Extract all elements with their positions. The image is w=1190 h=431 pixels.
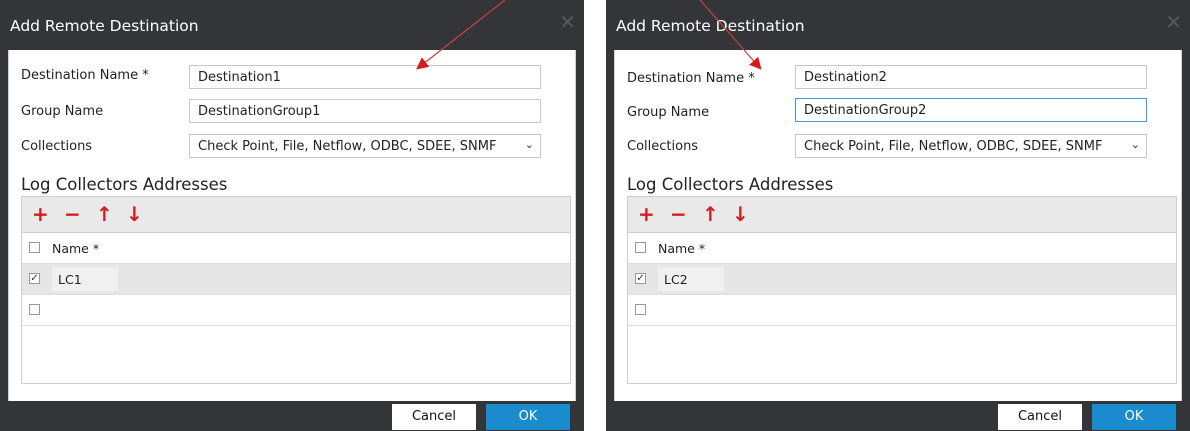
cancel-button[interactable]: Cancel	[998, 404, 1082, 430]
close-icon[interactable]: ✕	[1165, 12, 1182, 32]
collections-select[interactable]: Check Point, File, Netflow, ODBC, SDEE, …	[795, 134, 1147, 158]
grid-toolbar: + − ↑ ↓	[21, 196, 571, 233]
table-row[interactable]: ✓ LC2	[628, 264, 1176, 295]
row-checkbox-checked[interactable]: ✓	[29, 273, 40, 284]
row-checkbox-checked[interactable]: ✓	[635, 273, 646, 284]
collections-selected-value: Check Point, File, Netflow, ODBC, SDEE, …	[804, 139, 1103, 154]
remove-icon[interactable]: −	[64, 202, 81, 226]
row-name: LC1	[58, 272, 82, 287]
log-collectors-section-title: Log Collectors Addresses	[21, 175, 228, 194]
row-name: LC2	[664, 272, 688, 287]
name-column-header: Name *	[52, 241, 100, 256]
collections-selected-value: Check Point, File, Netflow, ODBC, SDEE, …	[198, 139, 497, 154]
destination-name-label: Destination Name *	[21, 68, 149, 83]
dialog-frame-right	[576, 50, 584, 401]
dialog-footer: Cancel OK	[606, 401, 1190, 431]
chevron-down-icon: ⌄	[1130, 138, 1140, 151]
dialog-titlebar: Add Remote Destination ✕	[606, 0, 1190, 50]
select-all-checkbox[interactable]	[635, 242, 646, 253]
cancel-button[interactable]: Cancel	[392, 404, 476, 430]
move-up-icon[interactable]: ↑	[702, 202, 719, 226]
dialog-frame-right	[1182, 50, 1190, 401]
log-collectors-grid: Name * ✓ LC2	[627, 233, 1177, 384]
dialog-body: Destination Name * Destination2 Group Na…	[614, 50, 1182, 401]
dialog-frame-left	[0, 50, 8, 401]
collections-label: Collections	[627, 139, 699, 154]
dialog-body: Destination Name * Destination1 Group Na…	[8, 50, 576, 401]
ok-button[interactable]: OK	[1092, 404, 1176, 430]
destination-name-label: Destination Name *	[627, 71, 755, 86]
move-down-icon[interactable]: ↓	[732, 202, 749, 226]
add-icon[interactable]: +	[638, 202, 655, 226]
move-down-icon[interactable]: ↓	[126, 202, 143, 226]
dialog-frame-left	[606, 50, 614, 401]
log-collectors-section-title: Log Collectors Addresses	[627, 175, 834, 194]
collections-label: Collections	[21, 139, 93, 154]
group-name-label: Group Name	[627, 105, 710, 120]
destination-name-input[interactable]: Destination2	[795, 65, 1147, 89]
table-row[interactable]	[22, 295, 570, 326]
table-row[interactable]	[628, 295, 1176, 326]
add-icon[interactable]: +	[32, 202, 49, 226]
add-remote-destination-dialog-2: Add Remote Destination ✕ Destination Nam…	[606, 0, 1190, 431]
name-column-header: Name *	[658, 241, 706, 256]
add-remote-destination-dialog-1: Add Remote Destination ✕ Destination Nam…	[0, 0, 584, 431]
row-checkbox[interactable]	[29, 304, 40, 315]
dialog-title: Add Remote Destination	[10, 17, 199, 35]
grid-toolbar: + − ↑ ↓	[627, 196, 1177, 233]
ok-button[interactable]: OK	[486, 404, 570, 430]
collections-select[interactable]: Check Point, File, Netflow, ODBC, SDEE, …	[189, 134, 541, 158]
row-checkbox[interactable]	[635, 304, 646, 315]
destination-name-input[interactable]: Destination1	[189, 65, 541, 89]
dialog-titlebar: Add Remote Destination ✕	[0, 0, 584, 50]
grid-header-row: Name *	[628, 233, 1176, 264]
grid-header-row: Name *	[22, 233, 570, 264]
chevron-down-icon: ⌄	[524, 138, 534, 151]
move-up-icon[interactable]: ↑	[96, 202, 113, 226]
group-name-input[interactable]: DestinationGroup1	[189, 99, 541, 123]
group-name-label: Group Name	[21, 104, 104, 119]
select-all-checkbox[interactable]	[29, 242, 40, 253]
remove-icon[interactable]: −	[670, 202, 687, 226]
dialog-title: Add Remote Destination	[616, 17, 805, 35]
table-row[interactable]: ✓ LC1	[22, 264, 570, 295]
group-name-input[interactable]: DestinationGroup2	[795, 98, 1147, 122]
close-icon[interactable]: ✕	[559, 12, 576, 32]
dialog-footer: Cancel OK	[0, 401, 584, 431]
log-collectors-grid: Name * ✓ LC1	[21, 233, 571, 384]
